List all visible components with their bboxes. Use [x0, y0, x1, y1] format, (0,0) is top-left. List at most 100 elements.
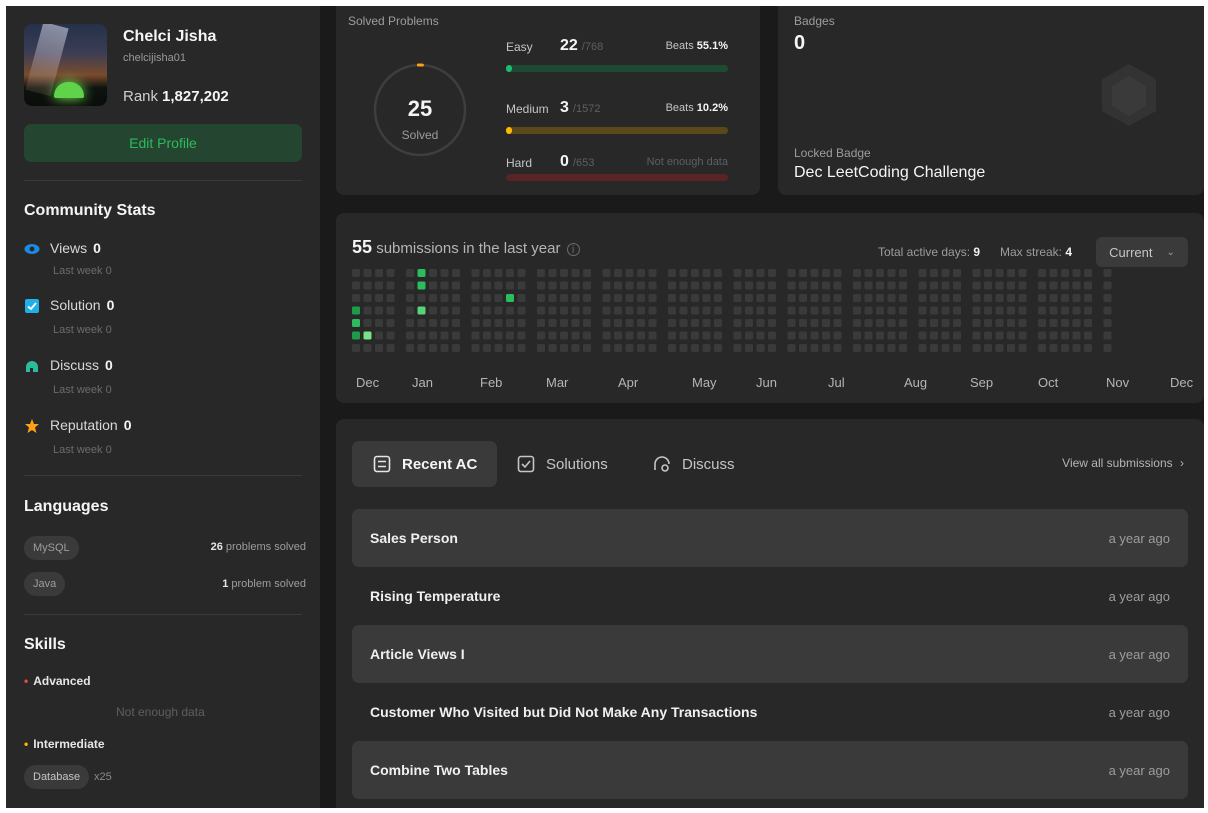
heatmap-cell[interactable] [483, 294, 491, 302]
heatmap-cell[interactable] [787, 306, 796, 315]
heatmap-cell[interactable] [756, 306, 765, 315]
heatmap-cell[interactable] [440, 294, 449, 302]
locked-badge-icon[interactable] [1094, 60, 1164, 130]
heatmap-cell[interactable] [876, 306, 884, 315]
heatmap-cell[interactable] [876, 269, 884, 277]
heatmap-cell[interactable] [787, 319, 796, 327]
heatmap-cell[interactable] [537, 281, 545, 290]
heatmap-cell[interactable] [1049, 344, 1058, 352]
heatmap-cell[interactable] [930, 331, 938, 340]
heatmap-cell[interactable] [1049, 306, 1058, 315]
heatmap-cell[interactable] [1049, 281, 1058, 290]
heatmap-cell[interactable] [853, 294, 861, 302]
heatmap-cell[interactable] [440, 344, 449, 352]
heatmap-cell[interactable] [560, 344, 568, 352]
heatmap-cell[interactable] [1007, 331, 1015, 340]
heatmap-cell[interactable] [745, 331, 753, 340]
heatmap-cell[interactable] [984, 319, 992, 327]
heatmap-cell[interactable] [648, 331, 657, 340]
language-tag-mysql[interactable]: MySQL [24, 536, 79, 560]
heatmap-cell[interactable] [571, 281, 580, 290]
heatmap-cell[interactable] [602, 281, 611, 290]
heatmap-cell[interactable] [417, 269, 426, 277]
heatmap-cell[interactable] [864, 331, 873, 340]
heatmap-cell[interactable] [406, 306, 414, 315]
heatmap-cell[interactable] [768, 306, 776, 315]
heatmap-cell[interactable] [494, 331, 503, 340]
heatmap-cell[interactable] [833, 344, 842, 352]
heatmap-cell[interactable] [583, 306, 591, 315]
heatmap-cell[interactable] [930, 306, 938, 315]
heatmap-cell[interactable] [494, 269, 503, 277]
heatmap-cell[interactable] [822, 294, 830, 302]
heatmap-cell[interactable] [614, 281, 622, 290]
heatmap-cell[interactable] [799, 294, 807, 302]
heatmap-cell[interactable] [972, 306, 981, 315]
heatmap-cell[interactable] [537, 306, 545, 315]
heatmap-cell[interactable] [714, 331, 722, 340]
heatmap-cell[interactable] [810, 294, 819, 302]
heatmap-cell[interactable] [930, 294, 938, 302]
heatmap-cell[interactable] [602, 319, 611, 327]
heatmap-cell[interactable] [494, 281, 503, 290]
heatmap-cell[interactable] [352, 319, 360, 327]
heatmap-cell[interactable] [941, 331, 950, 340]
heatmap-cell[interactable] [440, 331, 449, 340]
heatmap-cell[interactable] [972, 269, 981, 277]
heatmap-cell[interactable] [853, 344, 861, 352]
heatmap-cell[interactable] [1018, 281, 1027, 290]
heatmap-cell[interactable] [506, 319, 514, 327]
heatmap-cell[interactable] [452, 319, 460, 327]
heatmap-cell[interactable] [822, 269, 830, 277]
heatmap-cell[interactable] [887, 269, 896, 277]
heatmap-cell[interactable] [614, 344, 622, 352]
heatmap-cell[interactable] [745, 294, 753, 302]
heatmap-cell[interactable] [745, 319, 753, 327]
heatmap-cell[interactable] [941, 306, 950, 315]
heatmap-cell[interactable] [1103, 269, 1112, 277]
heatmap-cell[interactable] [714, 344, 722, 352]
heatmap-cell[interactable] [668, 331, 676, 340]
heatmap-cell[interactable] [1007, 306, 1015, 315]
heatmap-cell[interactable] [768, 319, 776, 327]
heatmap-cell[interactable] [972, 281, 981, 290]
heatmap-cell[interactable] [375, 294, 383, 302]
heatmap-cell[interactable] [995, 269, 1004, 277]
heatmap-cell[interactable] [887, 281, 896, 290]
heatmap-cell[interactable] [691, 319, 699, 327]
heatmap-cell[interactable] [1103, 344, 1112, 352]
heatmap-cell[interactable] [602, 294, 611, 302]
heatmap-cell[interactable] [714, 281, 722, 290]
heatmap-cell[interactable] [440, 319, 449, 327]
heatmap-cell[interactable] [733, 344, 742, 352]
heatmap-cell[interactable] [1103, 319, 1112, 327]
heatmap-cell[interactable] [517, 331, 526, 340]
heatmap-cell[interactable] [864, 281, 873, 290]
heatmap-cell[interactable] [691, 306, 699, 315]
heatmap-cell[interactable] [864, 306, 873, 315]
heatmap-cell[interactable] [876, 281, 884, 290]
heatmap-cell[interactable] [602, 331, 611, 340]
heatmap-cell[interactable] [614, 306, 622, 315]
heatmap-cell[interactable] [1103, 306, 1112, 315]
heatmap-cell[interactable] [363, 344, 372, 352]
heatmap-cell[interactable] [679, 306, 688, 315]
heatmap-cell[interactable] [583, 331, 591, 340]
heatmap-cell[interactable] [571, 306, 580, 315]
heatmap-cell[interactable] [602, 344, 611, 352]
heatmap-cell[interactable] [548, 331, 557, 340]
heatmap-cell[interactable] [668, 281, 676, 290]
heatmap-cell[interactable] [602, 306, 611, 315]
heatmap-cell[interactable] [560, 269, 568, 277]
heatmap-cell[interactable] [941, 269, 950, 277]
heatmap-cell[interactable] [1084, 306, 1092, 315]
heatmap-cell[interactable] [614, 319, 622, 327]
list-item[interactable]: Article Views I a year ago [352, 625, 1188, 683]
heatmap-cell[interactable] [571, 319, 580, 327]
heatmap-cell[interactable] [953, 306, 961, 315]
heatmap-cell[interactable] [637, 269, 645, 277]
heatmap-cell[interactable] [702, 319, 711, 327]
heatmap-cell[interactable] [517, 306, 526, 315]
heatmap-cell[interactable] [864, 319, 873, 327]
heatmap-cell[interactable] [417, 344, 426, 352]
